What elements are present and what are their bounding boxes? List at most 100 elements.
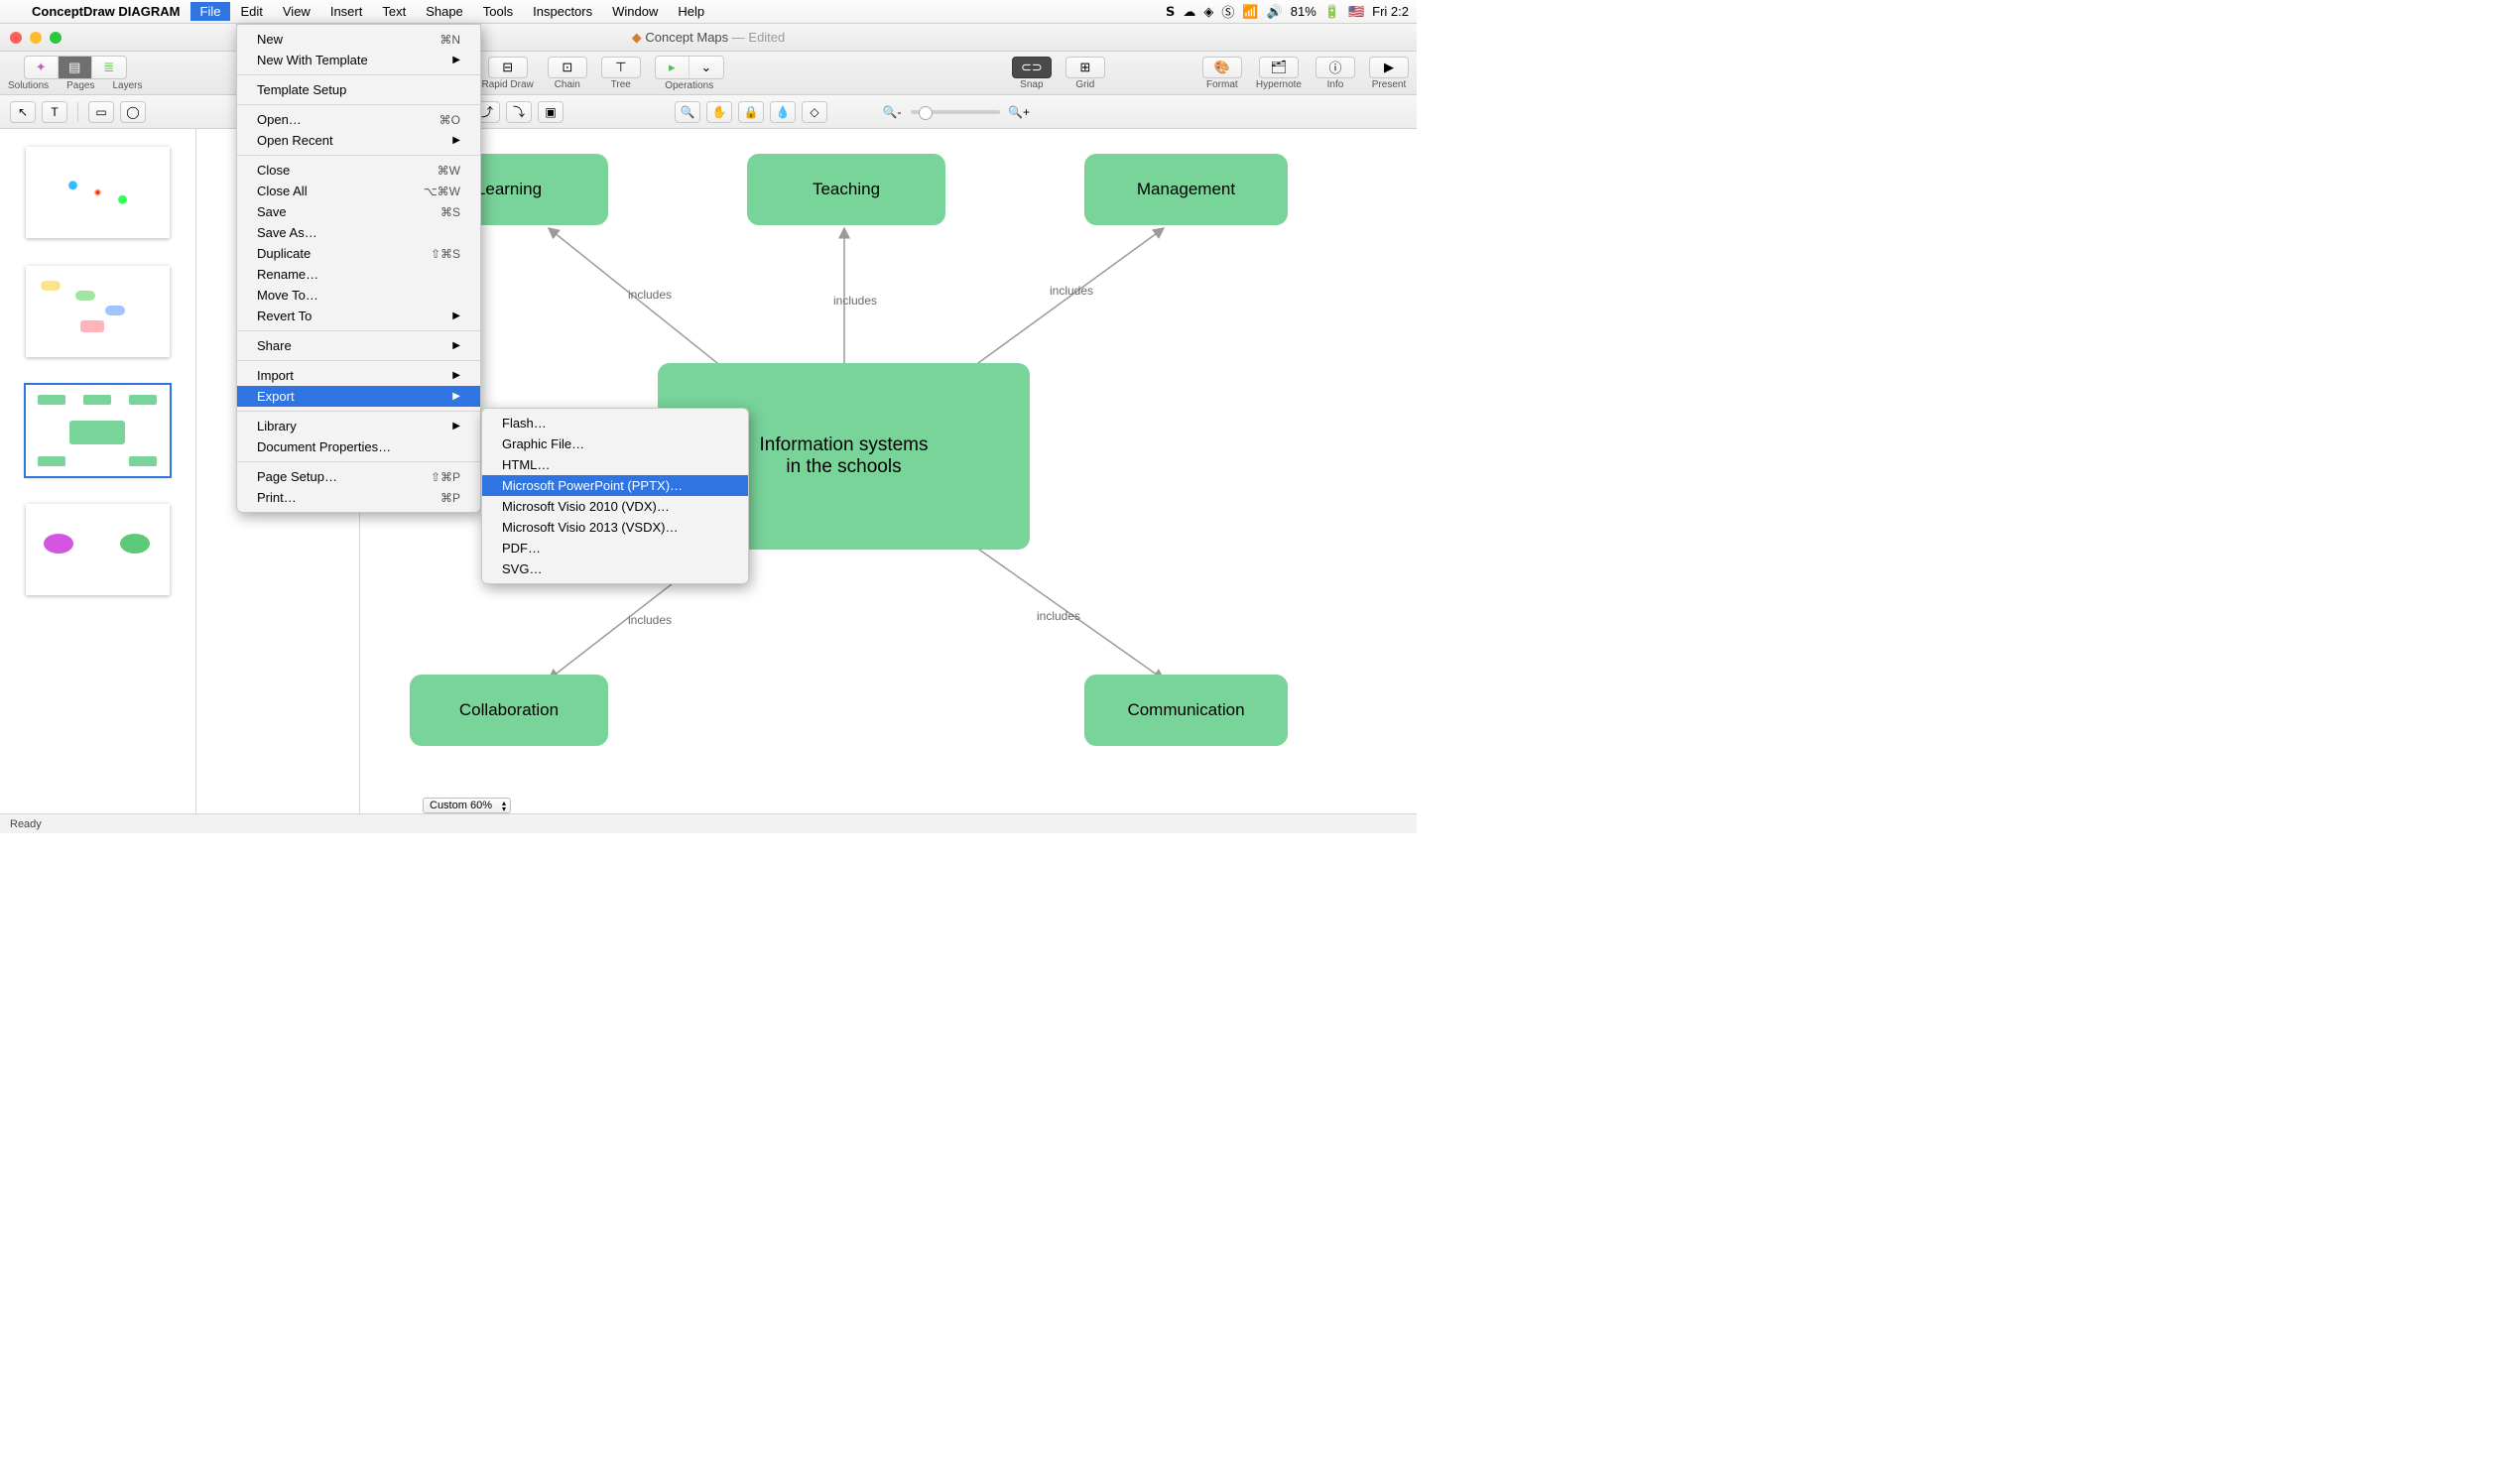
menubar-inspectors[interactable]: Inspectors <box>523 2 602 21</box>
page-thumb-3[interactable] <box>26 385 170 476</box>
ellipse-tool[interactable]: ◯ <box>120 101 146 123</box>
file-menu-print-[interactable]: Print…⌘P <box>237 487 480 508</box>
menubar-shape[interactable]: Shape <box>416 2 473 21</box>
grid-button[interactable]: ⊞ <box>1065 57 1105 78</box>
eyedropper-tool[interactable]: 💧 <box>770 101 796 123</box>
export-microsoft-powerpoint-pptx-[interactable]: Microsoft PowerPoint (PPTX)… <box>482 475 748 496</box>
hand-tool[interactable]: ✋ <box>706 101 732 123</box>
menubar-tools[interactable]: Tools <box>473 2 523 21</box>
text-tool[interactable]: T <box>42 101 67 123</box>
node-collaboration[interactable]: Collaboration <box>410 675 608 746</box>
file-menu-rename-[interactable]: Rename… <box>237 264 480 285</box>
menubar-text[interactable]: Text <box>372 2 416 21</box>
menubar-help[interactable]: Help <box>668 2 714 21</box>
lock-tool[interactable]: 🔒 <box>738 101 764 123</box>
operations-dropdown[interactable]: ⌄ <box>689 57 723 78</box>
file-menu-revert-to[interactable]: Revert To▶ <box>237 306 480 326</box>
menubar-file[interactable]: File <box>190 2 231 21</box>
menubar: ConceptDraw DIAGRAM FileEditViewInsertTe… <box>0 0 1417 24</box>
zoom-tool[interactable]: 🔍 <box>675 101 700 123</box>
page-thumb-2[interactable] <box>26 266 170 357</box>
file-menu-import[interactable]: Import▶ <box>237 365 480 386</box>
pointer-tool[interactable]: ↖ <box>10 101 36 123</box>
zoom-window-button[interactable] <box>50 32 62 44</box>
wifi-icon[interactable]: 📶 <box>1242 4 1258 20</box>
smart-connector-tool[interactable]: ⤵ <box>506 101 532 123</box>
menubar-right: 𝗦 ☁ ◈ Ⓢ 📶 🔊 81% 🔋 🇺🇸 Fri 2:2 <box>1166 2 1409 21</box>
file-menu-template-setup[interactable]: Template Setup <box>237 79 480 100</box>
skype-icon[interactable]: Ⓢ <box>1221 2 1234 21</box>
diamond-icon[interactable]: ◈ <box>1203 4 1213 20</box>
operations-button[interactable]: ▸ <box>656 57 689 78</box>
minimize-window-button[interactable] <box>30 32 42 44</box>
present-button[interactable]: ▶ <box>1369 57 1409 78</box>
file-menu-save-as-[interactable]: Save As… <box>237 222 480 243</box>
node-management[interactable]: Management <box>1084 154 1288 225</box>
file-menu-save[interactable]: Save⌘S <box>237 201 480 222</box>
zoom-out-button[interactable]: 🔍- <box>879 101 905 123</box>
zoom-in-button[interactable]: 🔍+ <box>1006 101 1032 123</box>
clock[interactable]: Fri 2:2 <box>1372 4 1409 19</box>
zoom-combo[interactable]: Custom 60% ▴▾ <box>423 798 511 813</box>
export-microsoft-visio-vdx-[interactable]: Microsoft Visio 2010 (VDX)… <box>482 496 748 517</box>
node-teaching[interactable]: Teaching <box>747 154 945 225</box>
file-menu-open-[interactable]: Open…⌘O <box>237 109 480 130</box>
snap-button[interactable]: ⊂⊃ <box>1012 57 1052 78</box>
page-thumb-1[interactable] <box>26 147 170 238</box>
file-menu-close-all[interactable]: Close All⌥⌘W <box>237 181 480 201</box>
info-button[interactable]: ⓘ <box>1316 57 1355 78</box>
layers-button[interactable]: ≣ <box>92 57 126 78</box>
export-html-[interactable]: HTML… <box>482 454 748 475</box>
battery-percent[interactable]: 81% <box>1291 4 1316 19</box>
export-graphic-file-[interactable]: Graphic File… <box>482 433 748 454</box>
pages-button[interactable]: ▤ <box>59 57 92 78</box>
menubar-window[interactable]: Window <box>602 2 668 21</box>
flag-icon[interactable]: 🇺🇸 <box>1348 4 1364 20</box>
eraser-tool[interactable]: ◇ <box>802 101 827 123</box>
rect-tool[interactable]: ▭ <box>88 101 114 123</box>
menubar-insert[interactable]: Insert <box>320 2 373 21</box>
edge-label: includes <box>1050 284 1093 298</box>
app-name[interactable]: ConceptDraw DIAGRAM <box>32 4 181 19</box>
file-menu-move-to-[interactable]: Move To… <box>237 285 480 306</box>
file-menu: New⌘NNew With Template▶ Template Setup Ope… <box>236 24 481 513</box>
menubar-edit[interactable]: Edit <box>230 2 272 21</box>
file-menu-close[interactable]: Close⌘W <box>237 160 480 181</box>
cloud-icon[interactable]: ☁ <box>1183 4 1195 20</box>
rapid-draw-button[interactable]: ⊟ <box>488 57 528 78</box>
file-menu-open-recent[interactable]: Open Recent▶ <box>237 130 480 151</box>
file-menu-export[interactable]: Export▶ <box>237 386 480 407</box>
export-microsoft-visio-vsdx-[interactable]: Microsoft Visio 2013 (VSDX)… <box>482 517 748 538</box>
document-title: ◆ Concept Maps — Edited <box>632 30 786 46</box>
solutions-button[interactable]: ✦ <box>25 57 59 78</box>
tree-button[interactable]: ⊤ <box>601 57 641 78</box>
callout-tool[interactable]: ▣ <box>538 101 564 123</box>
file-menu-page-setup-[interactable]: Page Setup…⇧⌘P <box>237 466 480 487</box>
menubar-view[interactable]: View <box>273 2 320 21</box>
hypernote-button[interactable]: 🗂 <box>1259 57 1299 78</box>
page-thumb-4[interactable] <box>26 504 170 595</box>
pages-label: Pages <box>66 80 94 91</box>
edge-label: includes <box>628 613 672 627</box>
chain-button[interactable]: ⊡ <box>548 57 587 78</box>
pages-panel[interactable] <box>0 129 196 813</box>
node-communication[interactable]: Communication <box>1084 675 1288 746</box>
export-flash-[interactable]: Flash… <box>482 413 748 433</box>
volume-icon[interactable]: 🔊 <box>1267 4 1283 20</box>
file-menu-new[interactable]: New⌘N <box>237 29 480 50</box>
export-pdf-[interactable]: PDF… <box>482 538 748 558</box>
traffic-lights <box>0 32 62 44</box>
file-menu-library[interactable]: Library▶ <box>237 416 480 436</box>
file-menu-share[interactable]: Share▶ <box>237 335 480 356</box>
zoom-slider[interactable] <box>911 110 1000 114</box>
solutions-label: Solutions <box>8 80 49 91</box>
file-menu-duplicate[interactable]: Duplicate⇧⌘S <box>237 243 480 264</box>
close-window-button[interactable] <box>10 32 22 44</box>
file-menu-document-properties-[interactable]: Document Properties… <box>237 436 480 457</box>
export-svg-[interactable]: SVG… <box>482 558 748 579</box>
battery-icon[interactable]: 🔋 <box>1324 4 1340 20</box>
titlebar: ◆ Concept Maps — Edited <box>0 24 1417 52</box>
status-s-icon[interactable]: 𝗦 <box>1166 4 1175 20</box>
format-button[interactable]: 🎨 <box>1202 57 1242 78</box>
file-menu-new-with-template[interactable]: New With Template▶ <box>237 50 480 70</box>
